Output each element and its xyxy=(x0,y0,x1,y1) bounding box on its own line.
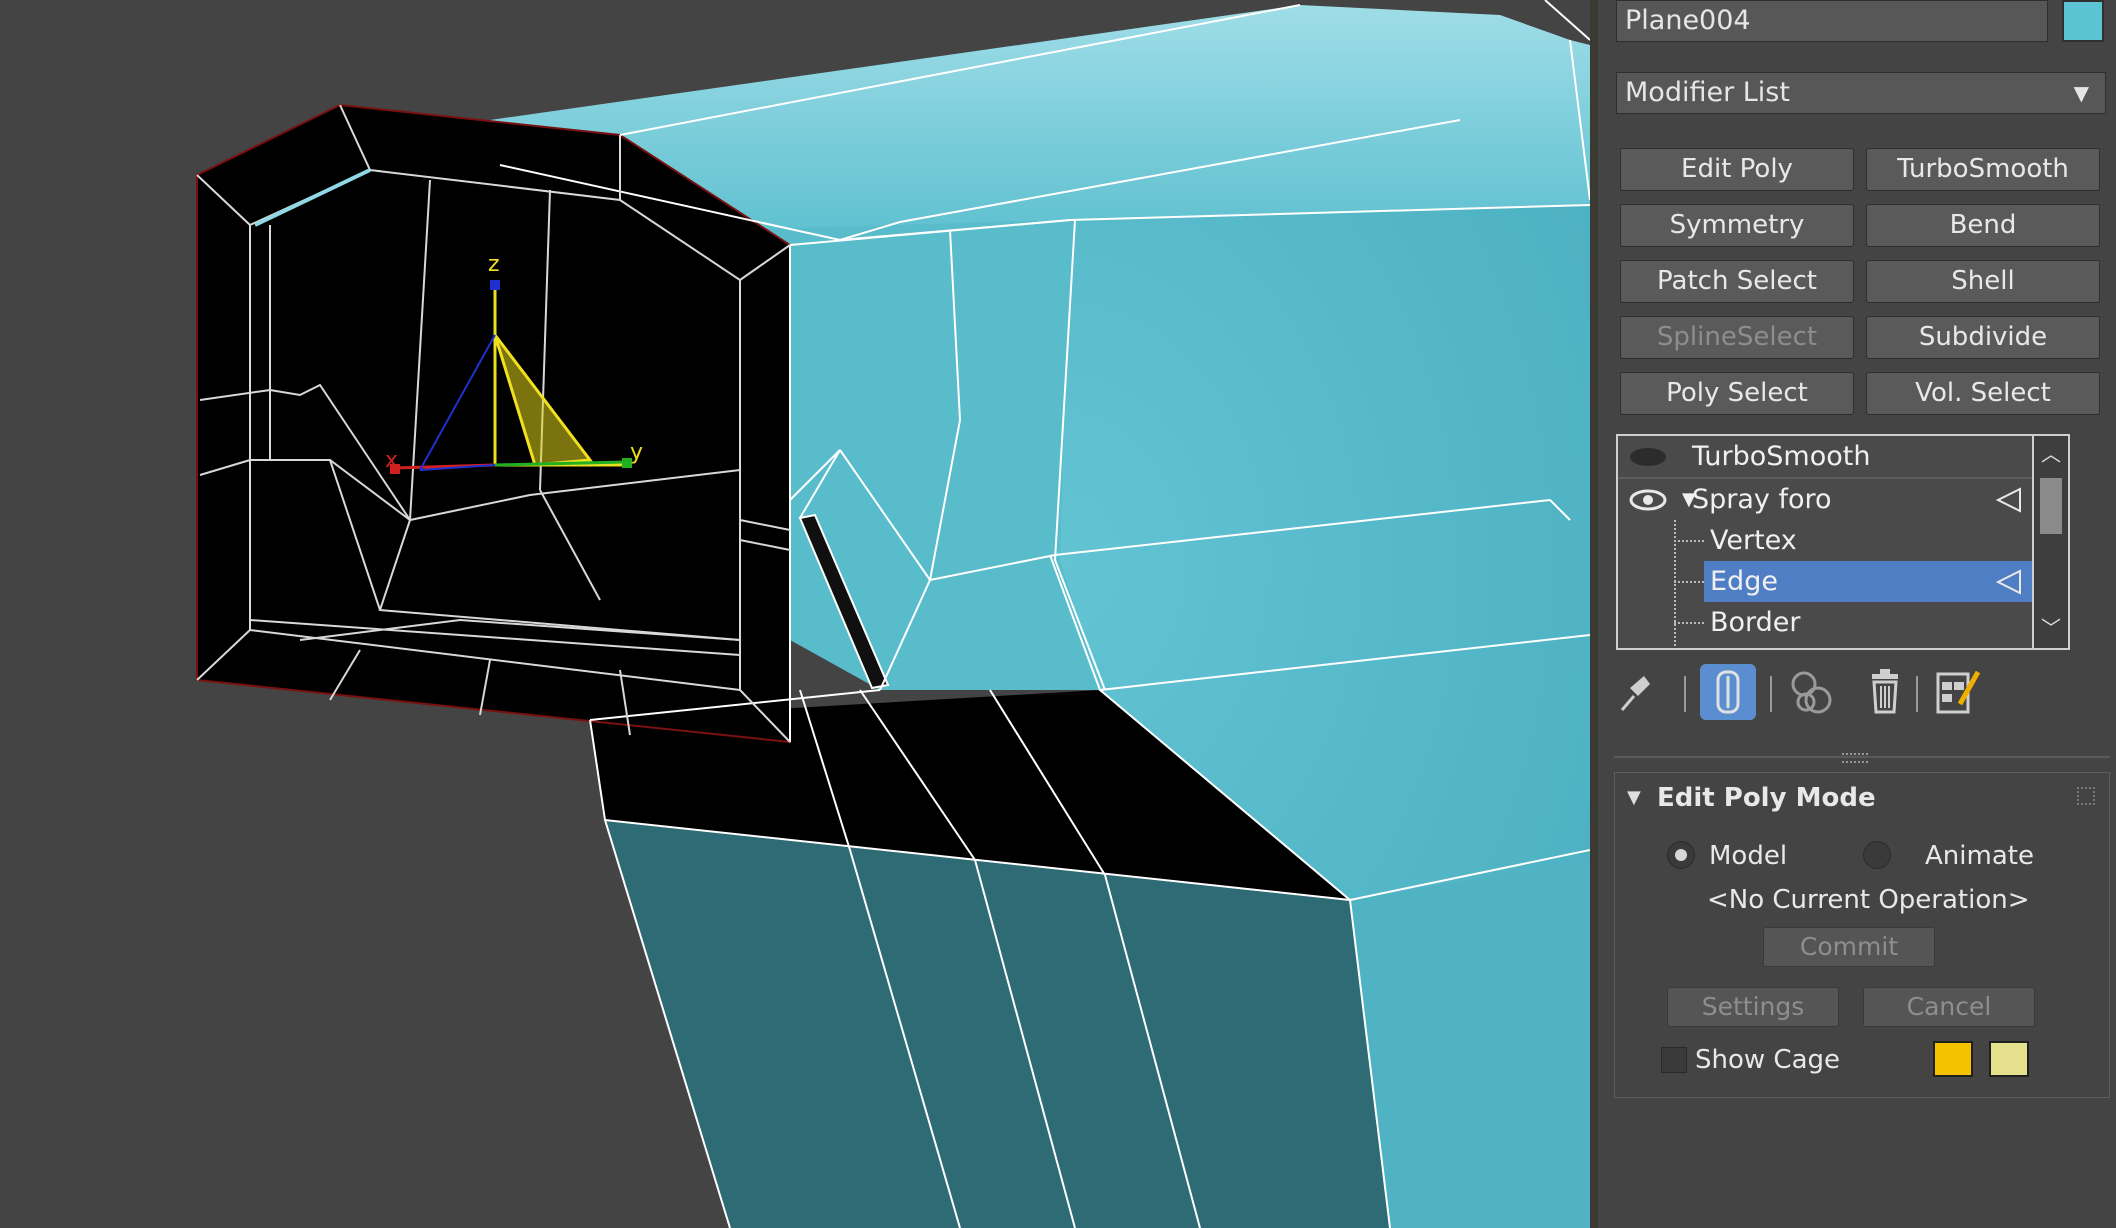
stack-item-turbosmooth[interactable]: TurboSmooth xyxy=(1618,436,2032,477)
stack-item-label: Border xyxy=(1710,607,1801,638)
eye-off-icon[interactable] xyxy=(1628,446,1668,468)
commit-button[interactable]: Commit xyxy=(1763,927,1935,967)
chevron-down-icon: ▼ xyxy=(2073,81,2089,105)
stack-item-label: Edge xyxy=(1710,566,1778,597)
rollout-grip-icon[interactable] xyxy=(2077,787,2095,805)
patch-select-button[interactable]: Patch Select xyxy=(1620,260,1854,303)
toolbar-divider xyxy=(1916,676,1918,712)
stack-item-spray-foro[interactable]: ▼ Spray foro xyxy=(1618,479,2032,520)
tree-dots xyxy=(1674,581,1704,583)
tree-dots xyxy=(1674,622,1704,624)
subobject-triangle-icon xyxy=(1996,569,2021,595)
drag-grip[interactable] xyxy=(1842,753,1868,763)
panel-splitter[interactable] xyxy=(1590,0,1598,1228)
cage-color-swatch[interactable] xyxy=(1933,1041,1973,1077)
eye-icon[interactable] xyxy=(1628,488,1668,512)
scroll-up-icon[interactable]: ︿ xyxy=(2041,438,2061,467)
pin-stack-icon[interactable] xyxy=(1614,666,1656,720)
object-name-field[interactable]: Plane004 xyxy=(1616,0,2048,42)
stack-scrollbar[interactable]: ︿ ﹀ xyxy=(2034,434,2070,650)
toolbar-divider xyxy=(1684,676,1686,712)
edit-poly-mode-rollout: ▼ Edit Poly Mode Model Animate <No Curre… xyxy=(1614,772,2110,1098)
poly-select-button[interactable]: Poly Select xyxy=(1620,372,1854,415)
tree-dots xyxy=(1674,540,1704,542)
modify-panel: Plane004 Modifier List ▼ Edit Poly Turbo… xyxy=(1598,0,2116,1228)
modifier-list-label: Modifier List xyxy=(1625,77,1790,108)
model-radio-label: Model xyxy=(1709,841,1788,871)
cancel-button[interactable]: Cancel xyxy=(1863,987,2035,1027)
gizmo-z-label: z xyxy=(488,252,500,277)
vol-select-button[interactable]: Vol. Select xyxy=(1866,372,2100,415)
mesh-view[interactable] xyxy=(0,0,1590,1228)
stack-item-label: Vertex xyxy=(1710,525,1797,556)
stack-item-vertex[interactable]: Vertex xyxy=(1618,520,2032,561)
animate-radio-label: Animate xyxy=(1925,841,2034,871)
symmetry-button[interactable]: Symmetry xyxy=(1620,204,1854,247)
turbosmooth-button[interactable]: TurboSmooth xyxy=(1866,148,2100,191)
remove-modifier-icon[interactable] xyxy=(1864,664,1906,718)
rollout-title[interactable]: Edit Poly Mode xyxy=(1657,783,1876,813)
configure-modifier-sets-icon[interactable] xyxy=(1932,664,1982,718)
show-cage-checkbox[interactable] xyxy=(1661,1047,1687,1073)
make-unique-icon[interactable] xyxy=(1784,664,1838,718)
bend-button[interactable]: Bend xyxy=(1866,204,2100,247)
subobject-triangle-icon xyxy=(1996,487,2021,513)
viewport[interactable]: z x y xyxy=(0,0,1590,1228)
animate-radio[interactable] xyxy=(1863,841,1891,869)
modifier-list-dropdown[interactable]: Modifier List ▼ xyxy=(1616,72,2106,114)
stack-item-label: Spray foro xyxy=(1692,484,1832,515)
spline-select-button[interactable]: SplineSelect xyxy=(1620,316,1854,359)
cage-selected-color-swatch[interactable] xyxy=(1989,1041,2029,1077)
scroll-thumb[interactable] xyxy=(2040,478,2062,534)
toolbar-divider xyxy=(1770,676,1772,712)
gizmo-y-label: y xyxy=(630,440,644,465)
gizmo-x-label: x xyxy=(385,448,399,473)
collapse-triangle-icon[interactable]: ▼ xyxy=(1627,787,1641,808)
show-cage-label: Show Cage xyxy=(1695,1045,1841,1075)
shell-button[interactable]: Shell xyxy=(1866,260,2100,303)
modifier-stack[interactable]: TurboSmooth ▼ Spray foro Vertex Edge Bor… xyxy=(1616,434,2034,650)
object-color-swatch[interactable] xyxy=(2062,0,2104,42)
current-operation-text: <No Current Operation> xyxy=(1707,885,2030,915)
stack-item-border[interactable]: Border xyxy=(1618,602,2032,643)
subdivide-button[interactable]: Subdivide xyxy=(1866,316,2100,359)
scroll-down-icon[interactable]: ﹀ xyxy=(2041,612,2061,641)
show-end-result-icon[interactable] xyxy=(1700,664,1756,720)
stack-item-label: TurboSmooth xyxy=(1692,441,1871,472)
stack-item-edge[interactable]: Edge xyxy=(1618,561,2032,602)
edit-poly-button[interactable]: Edit Poly xyxy=(1620,148,1854,191)
model-radio[interactable] xyxy=(1667,841,1695,869)
settings-button[interactable]: Settings xyxy=(1667,987,1839,1027)
